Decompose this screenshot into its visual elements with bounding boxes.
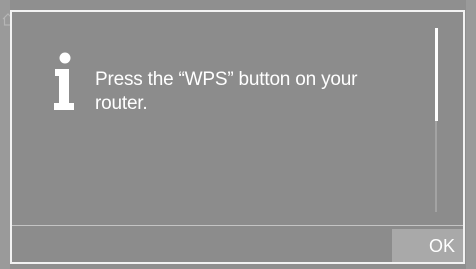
info-icon [54, 52, 74, 110]
device-screen: Press the “WPS” button on your router. O… [0, 0, 476, 269]
background-panel-left [0, 0, 10, 269]
dialog-divider [12, 225, 463, 226]
info-dialog: Press the “WPS” button on your router. O… [10, 10, 465, 264]
dialog-message: Press the “WPS” button on your router. [95, 69, 358, 114]
ok-button-label: OK [428, 236, 455, 256]
scrollbar-thumb[interactable] [435, 28, 438, 121]
background-panel-right [466, 0, 476, 269]
ok-button[interactable]: OK [392, 229, 463, 262]
